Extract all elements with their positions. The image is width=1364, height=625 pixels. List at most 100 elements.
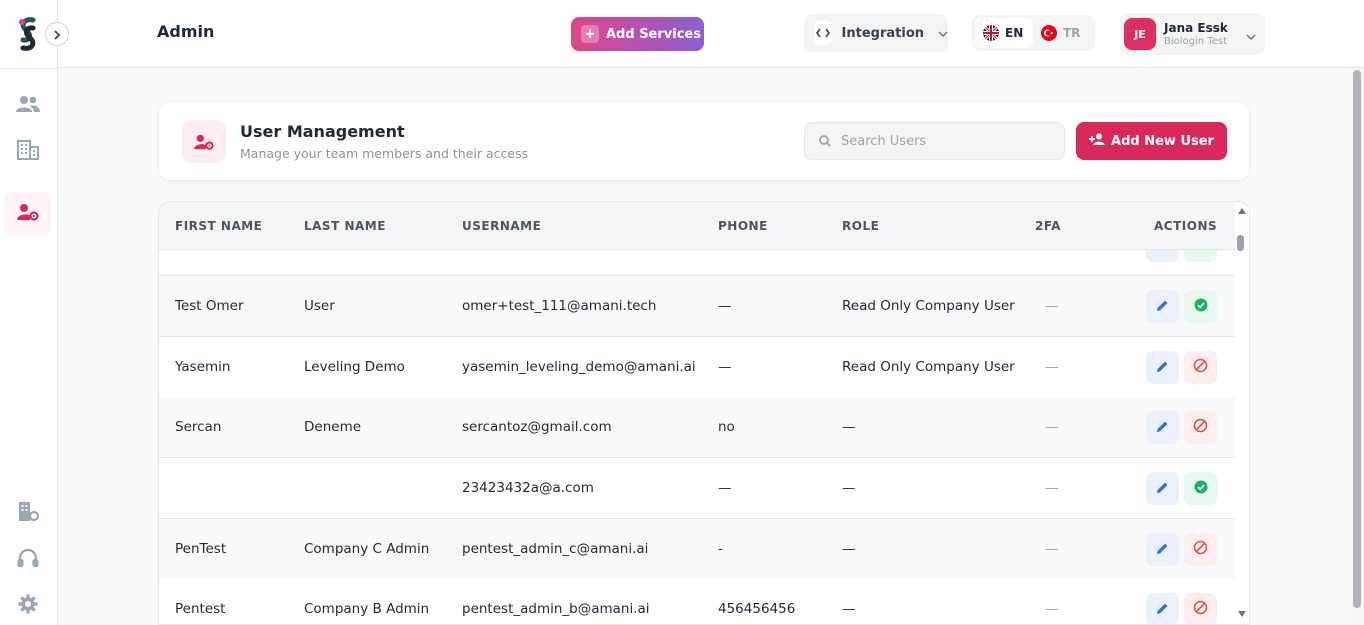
cell-role: —: [842, 541, 856, 557]
edit-button[interactable]: [1146, 351, 1179, 384]
cell-first-name: Sercan: [175, 419, 222, 435]
activate-button[interactable]: [1184, 593, 1217, 624]
sidebar-item-users[interactable]: [4, 84, 51, 128]
block-icon: [1193, 358, 1208, 377]
pencil-icon: [1156, 297, 1169, 316]
cell-phone: 456456456: [718, 601, 796, 617]
table-row[interactable]: Test Omer User omer+test_111@amani.tech — Re…: [159, 276, 1235, 337]
cell-role: —: [842, 601, 856, 617]
turkey-flag-icon: [1041, 25, 1057, 41]
cell-2fa: —: [1045, 298, 1059, 314]
user-profile-menu[interactable]: JE Jana Essk Biologin Test: [1120, 13, 1265, 55]
check-circle-icon: [1194, 297, 1208, 316]
pencil-icon: [1156, 418, 1169, 437]
page-title: Admin: [157, 22, 215, 41]
profile-text: Jana Essk Biologin Test: [1164, 21, 1228, 48]
search-input[interactable]: [841, 133, 1041, 149]
sidebar-item-company-settings[interactable]: [4, 492, 51, 536]
block-icon: [1193, 418, 1208, 437]
cell-username: pentest_admin_c@amani.ai: [462, 541, 649, 557]
cell-phone: —: [718, 480, 732, 496]
language-code: TR: [1063, 26, 1081, 40]
cell-last-name: User: [304, 298, 335, 314]
cell-role: Read Only Company User: [842, 298, 1015, 314]
column-header-role[interactable]: ROLE: [842, 219, 879, 233]
add-services-button[interactable]: + Add Services: [571, 17, 704, 51]
column-header-first-name[interactable]: FIRST NAME: [175, 219, 262, 233]
profile-org: Biologin Test: [1164, 35, 1227, 47]
section-subtitle: Manage your team members and their acces…: [240, 146, 529, 161]
table-rows: Test Omer User omer+test_111@amani.tech — Re…: [159, 202, 1235, 624]
cell-2fa: —: [1045, 480, 1059, 496]
column-header-last-name[interactable]: LAST NAME: [304, 219, 386, 233]
edit-button[interactable]: [1146, 411, 1179, 444]
cell-first-name: Yasemin: [175, 359, 231, 375]
sidebar-item-settings[interactable]: [4, 584, 51, 625]
cell-first-name: Test Omer: [175, 298, 244, 314]
pencil-icon: [1156, 540, 1169, 559]
language-option-en[interactable]: EN: [975, 18, 1033, 48]
language-option-tr[interactable]: TR: [1033, 18, 1088, 48]
scroll-down-arrow-icon[interactable]: [1238, 611, 1246, 617]
page-scroll-thumb[interactable]: [1353, 70, 1361, 608]
cell-last-name: Leveling Demo: [304, 359, 405, 375]
deactivate-button[interactable]: [1184, 290, 1217, 323]
cell-username: pentest_admin_b@amani.ai: [462, 601, 650, 617]
user-management-header: User Management Manage your team members…: [158, 101, 1250, 181]
edit-button[interactable]: [1146, 533, 1179, 566]
building-icon: [16, 140, 39, 164]
search-box: [804, 122, 1065, 160]
pencil-icon: [1156, 479, 1169, 498]
deactivate-button[interactable]: [1184, 472, 1217, 505]
pencil-icon: [1156, 358, 1169, 377]
users-icon: [15, 95, 40, 117]
search-icon: [819, 132, 831, 151]
block-icon: [1193, 540, 1208, 559]
cell-2fa: —: [1045, 541, 1059, 557]
cell-role: Read Only Company User: [842, 359, 1015, 375]
column-header-actions: ACTIONS: [1154, 219, 1218, 233]
chevron-down-icon: [938, 26, 948, 41]
activate-button[interactable]: [1184, 533, 1217, 566]
add-new-user-label: Add New User: [1111, 133, 1214, 149]
cell-username: sercantoz@gmail.com: [462, 419, 612, 435]
table-row[interactable]: 23423432a@a.com — — —: [159, 458, 1235, 519]
activate-button[interactable]: [1184, 411, 1217, 444]
column-header-2fa[interactable]: 2FA: [1035, 219, 1061, 233]
column-header-username[interactable]: USERNAME: [462, 219, 541, 233]
table-scrollbar[interactable]: [1235, 202, 1249, 624]
sidebar-item-support[interactable]: [4, 538, 51, 582]
sidebar-item-companies[interactable]: [4, 130, 51, 174]
sidebar-item-user-management[interactable]: [4, 192, 51, 236]
cell-phone: -: [718, 541, 723, 557]
cell-role: —: [842, 480, 856, 496]
integration-dropdown[interactable]: Integration: [804, 14, 948, 52]
table-row[interactable]: Pentest Company B Admin pentest_admin_b@am…: [159, 579, 1235, 624]
uk-flag-icon: [983, 25, 999, 41]
edit-button[interactable]: [1146, 290, 1179, 323]
table-row[interactable]: Sercan Deneme sercantoz@gmail.com no — —: [159, 397, 1235, 458]
column-header-phone[interactable]: PHONE: [718, 219, 768, 233]
add-services-label: Add Services: [606, 26, 701, 42]
edit-button[interactable]: [1146, 472, 1179, 505]
table-scroll-thumb[interactable]: [1237, 235, 1244, 251]
pencil-icon: [1156, 600, 1169, 619]
add-new-user-button[interactable]: Add New User: [1076, 122, 1227, 160]
app-logo[interactable]: [16, 16, 40, 52]
table-row[interactable]: PenTest Company C Admin pentest_admin_c@am…: [159, 519, 1235, 580]
user-gear-icon: [182, 120, 226, 163]
sidebar-collapse-button[interactable]: [45, 22, 69, 46]
code-icon: [814, 21, 832, 45]
scroll-up-arrow-icon[interactable]: [1238, 208, 1246, 214]
plus-icon: +: [581, 25, 599, 43]
page-scrollbar[interactable]: [1352, 68, 1364, 625]
activate-button[interactable]: [1184, 351, 1217, 384]
edit-button[interactable]: [1146, 593, 1179, 624]
block-icon: [1193, 600, 1208, 619]
cell-first-name: Pentest: [175, 601, 226, 617]
cell-role: —: [842, 419, 856, 435]
table-header: FIRST NAME LAST NAME USERNAME PHONE ROLE…: [159, 202, 1235, 250]
table-row[interactable]: Yasemin Leveling Demo yasemin_leveling_dem…: [159, 337, 1235, 398]
avatar: JE: [1124, 18, 1156, 50]
cell-phone: —: [718, 359, 732, 375]
